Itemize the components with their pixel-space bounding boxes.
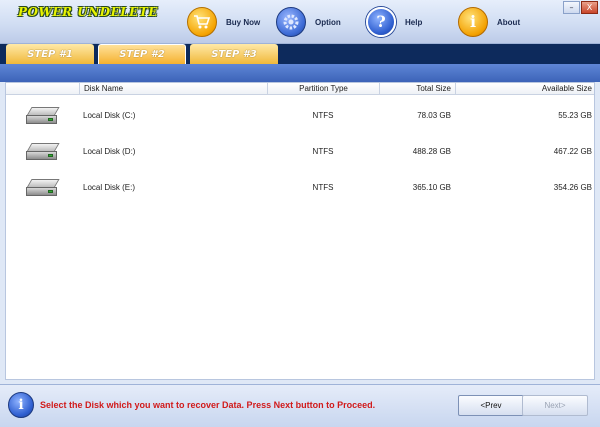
status-message: Select the Disk which you want to recove… xyxy=(40,400,376,410)
available-size: 354.26 GB xyxy=(553,183,592,192)
shopping-cart-icon xyxy=(187,7,217,37)
info-icon: i xyxy=(8,392,34,418)
column-header-available-size[interactable]: Available Size xyxy=(455,83,596,95)
prev-button[interactable]: <Prev xyxy=(458,395,524,416)
disk-name: Local Disk (C:) xyxy=(83,111,136,120)
available-size: 55.23 GB xyxy=(558,111,592,120)
tab-step-2[interactable]: STEP #2 xyxy=(98,44,186,64)
minimize-button[interactable]: – xyxy=(563,1,580,14)
info-icon: i xyxy=(458,7,488,37)
column-header-total-size[interactable]: Total Size xyxy=(379,83,455,95)
hard-disk-icon xyxy=(25,143,60,161)
partition-type: NTFS xyxy=(312,183,334,192)
about-label: About xyxy=(497,17,521,27)
option-button[interactable]: Option xyxy=(276,6,341,38)
column-header-icon[interactable] xyxy=(6,83,79,95)
buy-now-label: Buy Now xyxy=(226,17,261,27)
partition-type: NTFS xyxy=(312,147,334,156)
hard-disk-icon xyxy=(25,179,60,197)
column-header-disk-name[interactable]: Disk Name xyxy=(79,83,267,95)
partition-type: NTFS xyxy=(312,111,334,120)
header-toolbar: POWER UNDELETE Buy Now Option ? Help i A… xyxy=(0,0,600,44)
help-button[interactable]: ? Help xyxy=(366,6,422,38)
question-mark-icon: ? xyxy=(366,7,396,37)
option-label: Option xyxy=(315,17,341,27)
disk-name: Local Disk (E:) xyxy=(83,183,136,192)
step-tabs: STEP #1 STEP #2 STEP #3 xyxy=(0,44,600,64)
table-header: Disk Name Partition Type Total Size Avai… xyxy=(6,83,594,95)
tab-step-1[interactable]: STEP #1 xyxy=(6,44,94,64)
about-button[interactable]: i About xyxy=(458,6,520,38)
app-title: POWER UNDELETE xyxy=(18,5,158,19)
total-size: 78.03 GB xyxy=(417,111,451,120)
buy-now-button[interactable]: Buy Now xyxy=(187,6,260,38)
window-controls: – X xyxy=(562,1,598,14)
tab-content-header xyxy=(0,64,600,82)
table-row[interactable]: Local Disk (C:) NTFS 78.03 GB 55.23 GB xyxy=(6,101,594,131)
next-button[interactable]: Next> xyxy=(522,395,588,416)
tab-step-3[interactable]: STEP #3 xyxy=(190,44,278,64)
column-header-partition-type[interactable]: Partition Type xyxy=(267,83,379,95)
table-row[interactable]: Local Disk (E:) NTFS 365.10 GB 354.26 GB xyxy=(6,173,594,203)
total-size: 488.28 GB xyxy=(412,147,451,156)
status-bar: i Select the Disk which you want to reco… xyxy=(0,384,600,427)
hard-disk-icon xyxy=(25,107,60,125)
total-size: 365.10 GB xyxy=(412,183,451,192)
disk-table: Disk Name Partition Type Total Size Avai… xyxy=(5,82,595,380)
disk-name: Local Disk (D:) xyxy=(83,147,136,156)
available-size: 467.22 GB xyxy=(553,147,592,156)
gear-icon xyxy=(276,7,306,37)
close-button[interactable]: X xyxy=(581,1,598,14)
help-label: Help xyxy=(405,17,423,27)
table-row[interactable]: Local Disk (D:) NTFS 488.28 GB 467.22 GB xyxy=(6,137,594,167)
